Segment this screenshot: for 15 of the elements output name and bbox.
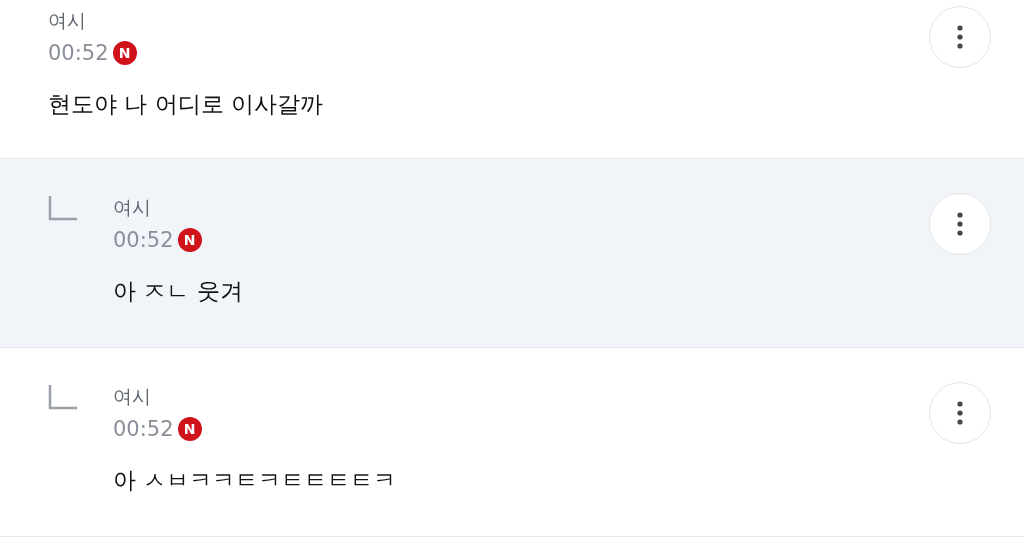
more-icon — [957, 212, 963, 236]
author-name: 여시 — [48, 8, 87, 33]
new-badge: N — [112, 41, 137, 65]
comment-time: 00:52 — [113, 416, 174, 443]
new-badge: N — [177, 417, 202, 441]
comment-text: 아 ㅅㅂㅋㅋㅌㅋㅌㅌㅌㅌㅋ — [113, 466, 398, 495]
comment-text: 현도야 나 어디로 이사갈까 — [48, 90, 324, 119]
comment-time: 00:52 — [113, 227, 174, 254]
more-icon — [957, 401, 963, 425]
comment-time: 00:52 — [48, 40, 109, 67]
new-badge: N — [177, 228, 202, 252]
more-icon — [957, 25, 963, 49]
comment-text: 아 ㅈㄴ 웃겨 — [113, 277, 244, 306]
author-name: 여시 — [113, 195, 152, 220]
author-name: 여시 — [113, 384, 152, 409]
